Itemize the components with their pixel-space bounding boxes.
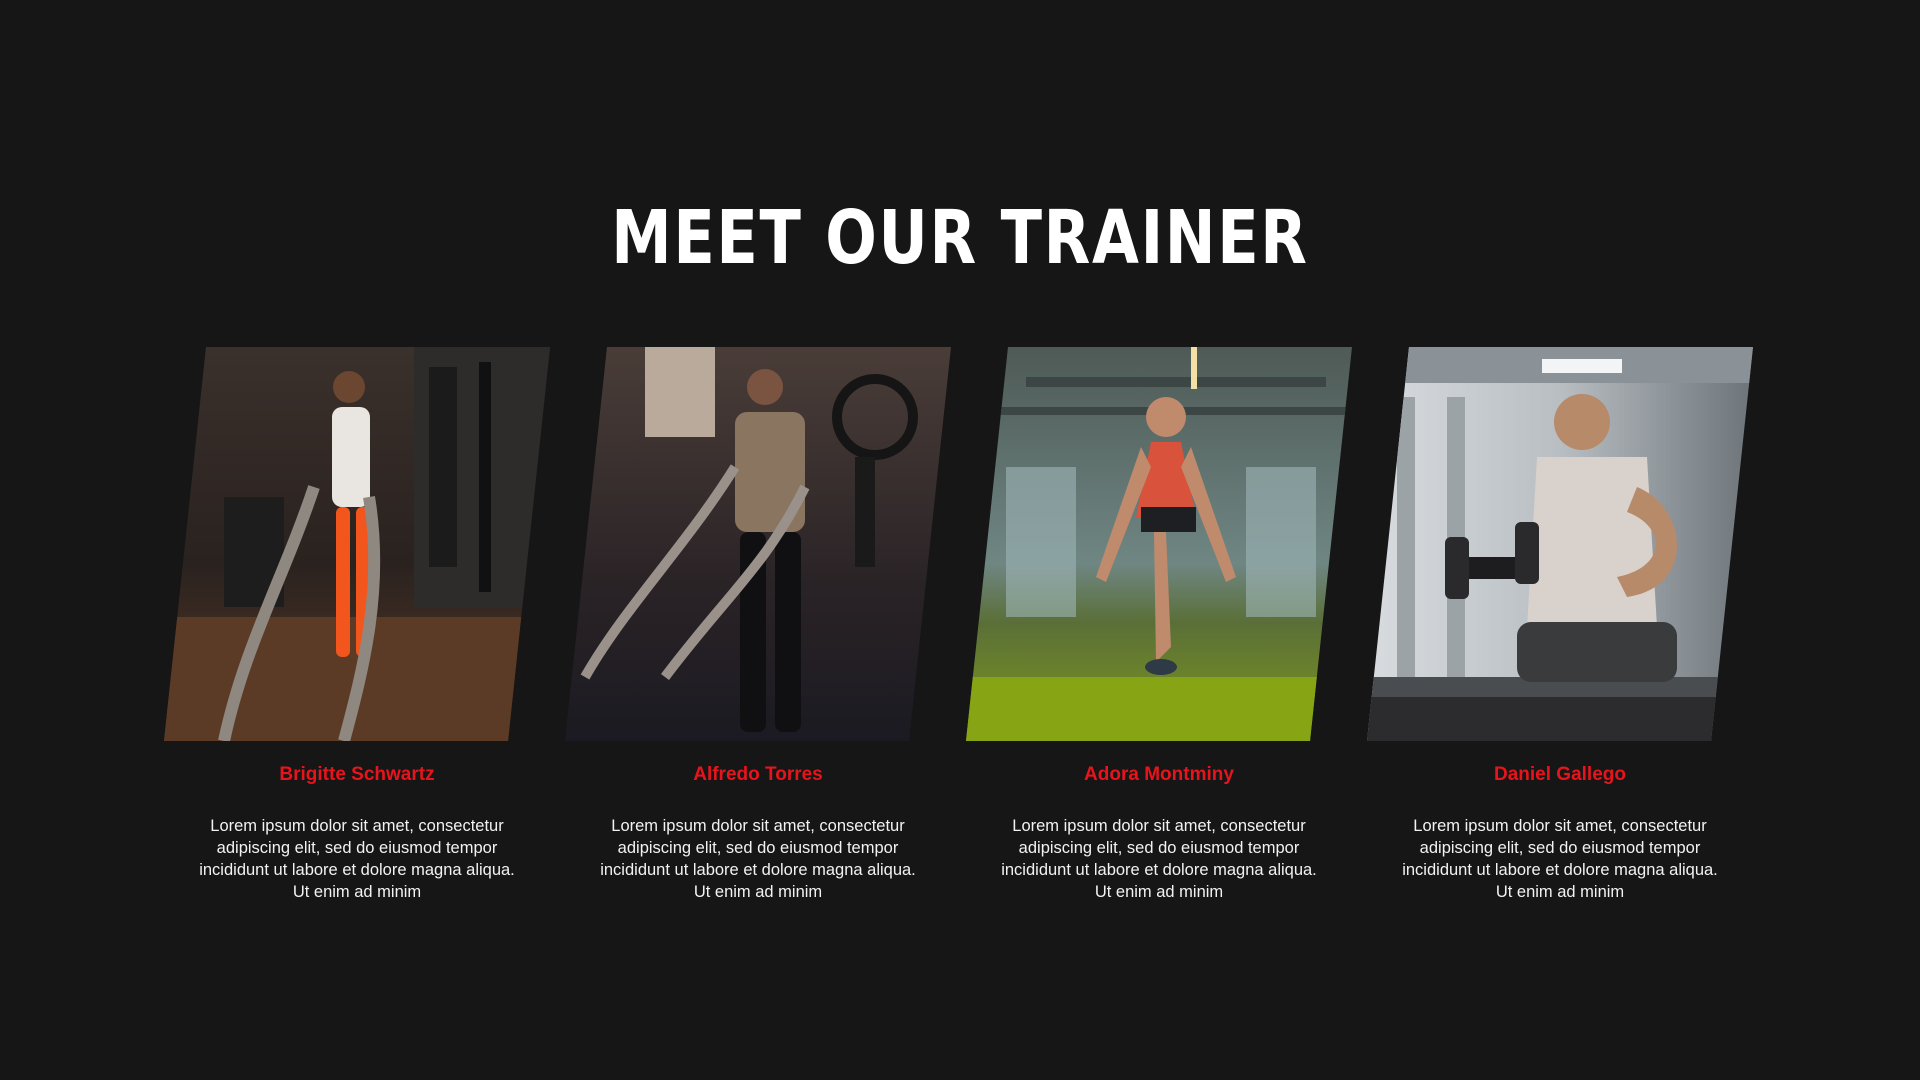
page-title: MEET OUR TRAINER (611, 195, 1309, 281)
trainer-description: Lorem ipsum dolor sit amet, consectetur … (1402, 817, 1718, 901)
trainer-photo-battle-ropes-man (565, 347, 951, 741)
trainer-name: Adora Montminy (1084, 764, 1234, 785)
trainer-photo-battle-ropes-woman (164, 347, 550, 741)
trainer-name: Daniel Gallego (1494, 764, 1626, 785)
trainer-description: Lorem ipsum dolor sit amet, consectetur … (600, 817, 916, 901)
trainer-photo-sprint-start-woman (966, 347, 1352, 741)
trainer-name: Alfredo Torres (693, 764, 823, 785)
trainer-name: Brigitte Schwartz (279, 764, 435, 785)
trainer-description: Lorem ipsum dolor sit amet, consectetur … (1001, 817, 1317, 901)
trainer-description: Lorem ipsum dolor sit amet, consectetur … (199, 817, 515, 901)
trainer-photo-dumbbell-curl-man (1367, 347, 1753, 741)
